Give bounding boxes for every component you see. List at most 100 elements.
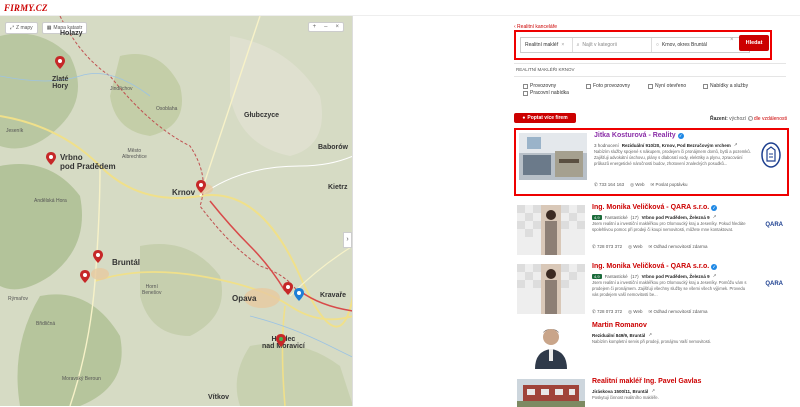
result-title[interactable]: Ing. Monika Veličková - QARA s.r.o. ✓	[592, 204, 718, 211]
result-card[interactable]: Jitka Kosturová - Reality ✓ 3 hodnocení R…	[514, 128, 789, 196]
result-title[interactable]: Jitka Kosturová - Reality ✓	[594, 132, 684, 139]
checkbox-icon[interactable]	[523, 90, 528, 96]
info-icon[interactable]: i	[747, 116, 753, 121]
phone-icon: ✆	[592, 309, 596, 314]
navigate-icon[interactable]: ↗	[713, 273, 717, 279]
map-label-osoblaha: Osoblaha	[156, 106, 178, 112]
result-title[interactable]: Ing. Monika Veličková - QARA s.r.o. ✓	[592, 263, 718, 270]
zoom-out-button[interactable]: –	[320, 23, 331, 31]
web-link[interactable]: ◎ Web	[630, 182, 644, 188]
rating-badge: 4,9	[592, 214, 602, 220]
checkbox-icon[interactable]	[523, 83, 528, 89]
filter-nyni-otevreno[interactable]: Nyní otevřeno	[648, 83, 686, 89]
map-pin-icon[interactable]	[276, 334, 286, 347]
filter-foto-provozovny[interactable]: Foto provozovny	[586, 83, 630, 89]
search-icon: ⌕	[576, 42, 580, 48]
sort-control[interactable]: Řazení: výchozí i dle vzdálenosti	[710, 116, 787, 122]
send-request-link[interactable]: ✉ Poslat poptávku	[650, 182, 687, 188]
map-pin-icon[interactable]	[46, 152, 56, 165]
result-photo[interactable]	[519, 133, 587, 180]
verified-icon: ✓	[711, 263, 718, 270]
divider	[514, 63, 786, 64]
checkbox-icon[interactable]	[586, 83, 591, 89]
phone-icon: ✆	[592, 244, 596, 249]
filter-provozovny[interactable]: Provozovny	[523, 83, 556, 89]
navigate-icon[interactable]: ↗	[713, 214, 717, 220]
result-photo[interactable]	[517, 264, 585, 314]
arrows-icon: ⤢	[10, 25, 15, 31]
search-close-icon[interactable]: ×	[730, 37, 734, 43]
map-label-horni-benesov: Horní Benešov	[142, 284, 162, 296]
map-pin-icon[interactable]	[283, 282, 293, 295]
free-estimate-link[interactable]: ✉ Odhad nemovitostí zdarma	[648, 309, 707, 315]
result-actions: ✆ 733 164 163 ◎ Web ✉ Poslat poptávku	[594, 182, 688, 188]
filter-pracovni-nabidka[interactable]: Pracovní nabídka	[523, 90, 569, 96]
clear-icon[interactable]: ×	[561, 42, 564, 48]
result-photo[interactable]	[517, 205, 585, 255]
web-link[interactable]: ◎ Web	[628, 309, 642, 315]
checkbox-icon[interactable]	[648, 83, 653, 89]
phone-link[interactable]: ✆ 728 073 372	[592, 244, 622, 250]
search-where-field[interactable]: ○ Krnov, okres Bruntál ×	[652, 38, 749, 52]
map-pin-icon[interactable]	[80, 270, 90, 283]
map-pin-icon[interactable]	[294, 288, 304, 301]
checkbox-icon[interactable]	[703, 83, 708, 89]
result-meta: Jiráskova 1500/11, Bruntál ↗	[592, 388, 656, 394]
mail-icon: ✉	[648, 309, 653, 314]
search-what-field[interactable]: Realitní makléř ×	[521, 38, 573, 52]
map-pin-icon[interactable]	[196, 180, 206, 193]
navigate-icon[interactable]: ↗	[734, 142, 738, 148]
map-label-andelska-hora: Andělská Hora	[34, 198, 67, 204]
result-photo[interactable]	[517, 379, 585, 407]
map-label-vrbno: Vrbno pod Pradědem	[60, 153, 116, 171]
result-card[interactable]: Ing. Monika Veličková - QARA s.r.o. ✓ 4,9…	[514, 202, 789, 258]
search-button[interactable]: Hledat	[739, 35, 769, 51]
result-meta: 3 hodnocení Reziduální 910/20, Krnov, Po…	[594, 142, 738, 148]
phone-link[interactable]: ✆ 728 073 372	[592, 309, 622, 315]
navigate-icon[interactable]: ↗	[651, 388, 655, 394]
map-label-rymarov: Rýmařov	[8, 296, 29, 302]
result-meta: 4,9 Fantastické (17) Vrbno pod Pradědem,…	[592, 273, 717, 279]
result-description: Jsem realitní a investiční makléřkou pro…	[592, 280, 747, 297]
result-card[interactable]: Martin Romanov Reziduální 849/9, Bruntál…	[514, 320, 789, 372]
map-zoom-out-button[interactable]: ⤢ Z mapy	[5, 22, 38, 34]
map-label-glubczyce: Głubczyce	[244, 112, 280, 119]
map-label-kravare: Kravaře	[320, 292, 347, 299]
result-card[interactable]: Ing. Monika Veličková - QARA s.r.o. ✓ 4,9…	[514, 261, 789, 317]
filter-title: REALITNÍ MAKLÉŘI KRNOV	[516, 67, 575, 72]
mail-icon: ✉	[650, 182, 655, 187]
navigate-icon[interactable]: ↗	[648, 332, 652, 338]
qara-logo[interactable]: QARA	[765, 222, 783, 228]
map-pin-icon[interactable]	[55, 56, 65, 69]
map[interactable]: ⤢ Z mapy ▦ Mapa katastr + – × › Holazy Zla…	[0, 16, 353, 406]
mail-icon: ✉	[648, 244, 653, 249]
map-pin-icon[interactable]	[93, 250, 103, 263]
zoom-in-button[interactable]: +	[309, 23, 321, 31]
map-label-mesto-albrechtice: Město Albrechtice	[122, 148, 147, 160]
map-label-kietrz: Kietrz	[328, 184, 348, 191]
header: FIRMY.CZ	[0, 0, 800, 16]
sort-distance-link[interactable]: dle vzdálenosti	[754, 116, 787, 122]
collapse-map-button[interactable]: ›	[343, 232, 352, 248]
search-category-field[interactable]: ⌕ Najít v kategorii	[573, 38, 652, 52]
result-title[interactable]: Realitní makléř Ing. Pavel Gavlas	[592, 378, 701, 385]
result-title[interactable]: Martin Romanov	[592, 322, 647, 329]
map-label-vitkov: Vítkov	[208, 394, 230, 401]
globe-icon: ◎	[628, 244, 633, 249]
result-description: Nabízím kompletní servis při prodeji, pr…	[592, 339, 712, 344]
result-card[interactable]: Realitní makléř Ing. Pavel Gavlas Jirásk…	[514, 376, 789, 407]
qara-logo[interactable]: QARA	[765, 281, 783, 287]
close-map-button[interactable]: ×	[331, 23, 343, 31]
web-link[interactable]: ◎ Web	[628, 244, 642, 250]
search-form: Realitní makléř × ⌕ Najít v kategorii ○ …	[520, 37, 750, 53]
free-estimate-link[interactable]: ✉ Odhad nemovitostí zdarma	[648, 244, 707, 250]
phone-link[interactable]: ✆ 733 164 163	[594, 182, 624, 188]
result-description: Jsem realitní a investiční makléřkou pro…	[592, 221, 746, 232]
filter-nabidky[interactable]: Nabídky a služby	[703, 83, 748, 89]
search-highlight-box: Realitní makléř × ⌕ Najít v kategorii ○ …	[514, 30, 772, 60]
firmy-logo[interactable]: FIRMY.CZ	[4, 3, 48, 13]
ask-more-firms-button[interactable]: ● Poptat více firem	[514, 113, 576, 123]
result-photo[interactable]	[517, 323, 585, 369]
phone-icon: ✆	[594, 182, 598, 187]
company-logo[interactable]	[761, 142, 781, 173]
